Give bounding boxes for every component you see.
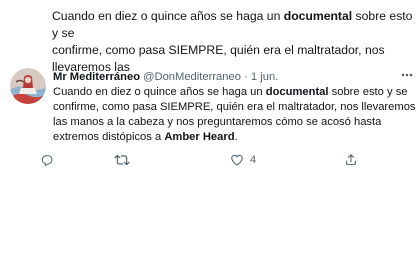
tweet-text-segment: Cuando en diez o quince años se haga un	[53, 86, 266, 98]
previous-text-segment: Cuando en diez o quince años se haga un	[52, 9, 284, 23]
retweet-button[interactable]	[114, 152, 136, 168]
share-button[interactable]	[344, 152, 358, 168]
tweet-text: Cuando en diez o quince años se haga un …	[53, 85, 418, 145]
tweet-text-bold: Amber Heard	[164, 131, 234, 143]
tweet-actions: 4	[40, 152, 380, 168]
like-button[interactable]: 4	[230, 152, 256, 168]
share-icon	[344, 153, 358, 167]
more-options-button[interactable]	[400, 68, 414, 82]
previous-tweet-text: Cuando en diez o quince años se haga un …	[52, 8, 417, 76]
separator-dot: ·	[244, 71, 248, 83]
avatar-image	[10, 68, 46, 104]
display-name[interactable]: Mr Mediterráneo	[53, 71, 140, 83]
previous-text-bold: documental	[284, 9, 352, 23]
timestamp[interactable]: 1 jun.	[251, 71, 278, 83]
like-count: 4	[250, 154, 256, 166]
tweet-text-segment: .	[235, 131, 238, 143]
tweet-text-bold: documental	[266, 86, 329, 98]
tweet-header: Mr Mediterráneo @DonMediterraneo · 1 jun…	[53, 70, 403, 84]
reply-button[interactable]	[40, 152, 60, 168]
user-handle[interactable]: @DonMediterraneo	[143, 71, 241, 83]
reply-icon	[40, 153, 54, 167]
like-icon	[230, 153, 244, 167]
previous-tweet-line-1: Cuando en diez o quince años se haga un …	[52, 8, 417, 42]
more-icon	[401, 73, 413, 77]
avatar[interactable]	[10, 68, 46, 104]
retweet-icon	[114, 153, 130, 167]
